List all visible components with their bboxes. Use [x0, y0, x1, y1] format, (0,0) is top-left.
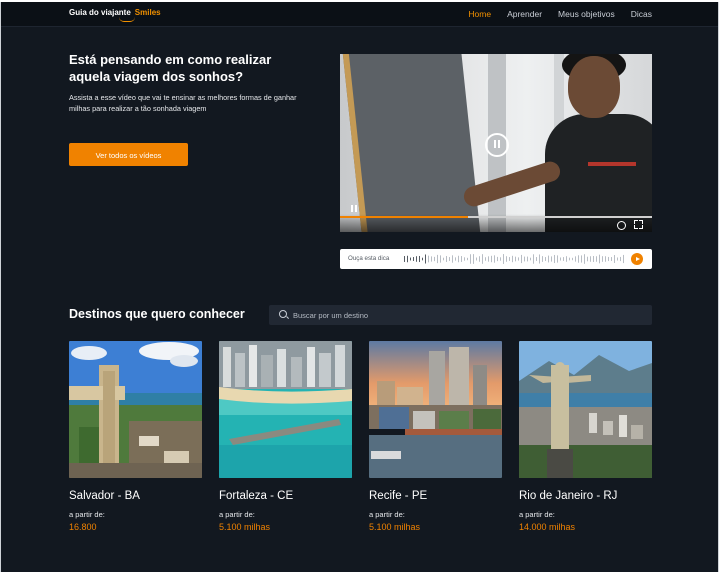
destination-price: 14.000 milhas — [519, 522, 576, 532]
video-whiteboard — [342, 54, 481, 232]
video-player[interactable] — [340, 54, 652, 232]
destination-from-label: a partir de: — [369, 510, 405, 519]
top-navbar: Guia do viajante Smiles Home Aprender Meu… — [1, 2, 718, 27]
search-icon — [279, 310, 287, 318]
nav-item-dicas[interactable]: Dicas — [631, 9, 652, 19]
destination-image — [369, 341, 502, 478]
destination-search[interactable] — [269, 305, 652, 325]
page: Guia do viajante Smiles Home Aprender Meu… — [0, 2, 719, 572]
clock-icon[interactable] — [617, 221, 626, 230]
destination-image — [219, 341, 352, 478]
nav-item-home[interactable]: Home — [468, 9, 491, 19]
destination-image — [69, 341, 202, 478]
audio-player: Ouça esta dica — [340, 249, 652, 269]
destination-price: 16.800 — [69, 522, 97, 532]
logo-swoosh-icon — [119, 17, 135, 22]
hero-description: Assista a esse vídeo que vai te ensinar … — [69, 93, 297, 113]
destination-price: 5.100 milhas — [219, 522, 271, 532]
main-nav: Home Aprender Meus objetivos Dicas — [468, 9, 652, 19]
nav-item-aprender[interactable]: Aprender — [507, 9, 542, 19]
destination-from-label: a partir de: — [219, 510, 255, 519]
destination-from-label: a partir de: — [69, 510, 105, 519]
destination-from-label: a partir de: — [519, 510, 555, 519]
search-input[interactable] — [293, 308, 643, 322]
video-center-pause-icon[interactable] — [485, 133, 509, 157]
video-progress-fill — [340, 216, 468, 218]
video-pause-icon[interactable] — [351, 205, 358, 212]
destinations-title: Destinos que quero conhecer — [69, 307, 245, 321]
audio-play-icon[interactable] — [631, 253, 643, 265]
fullscreen-icon[interactable] — [634, 220, 643, 229]
brand-name: Guia do viajante — [69, 8, 131, 17]
audio-waveform-icon[interactable] — [404, 253, 626, 265]
see-all-videos-button[interactable]: Ver todos os vídeos — [69, 143, 188, 166]
destination-name: Rio de Janeiro - RJ — [519, 490, 618, 502]
brand-partner: Smiles — [134, 8, 161, 17]
destination-image — [519, 341, 652, 478]
hero-title: Está pensando em como realizar aquela vi… — [69, 52, 272, 84]
destination-name: Fortaleza - CE — [219, 490, 294, 502]
destination-name: Salvador - BA — [69, 490, 140, 502]
destination-price: 5.100 milhas — [369, 522, 421, 532]
nav-item-meus-objetivos[interactable]: Meus objetivos — [558, 9, 615, 19]
audio-label: Ouça esta dica — [348, 255, 390, 262]
brand-logo[interactable]: Guia do viajante Smiles — [69, 8, 161, 22]
video-progress-bar[interactable] — [340, 216, 652, 218]
destination-name: Recife - PE — [369, 490, 428, 502]
